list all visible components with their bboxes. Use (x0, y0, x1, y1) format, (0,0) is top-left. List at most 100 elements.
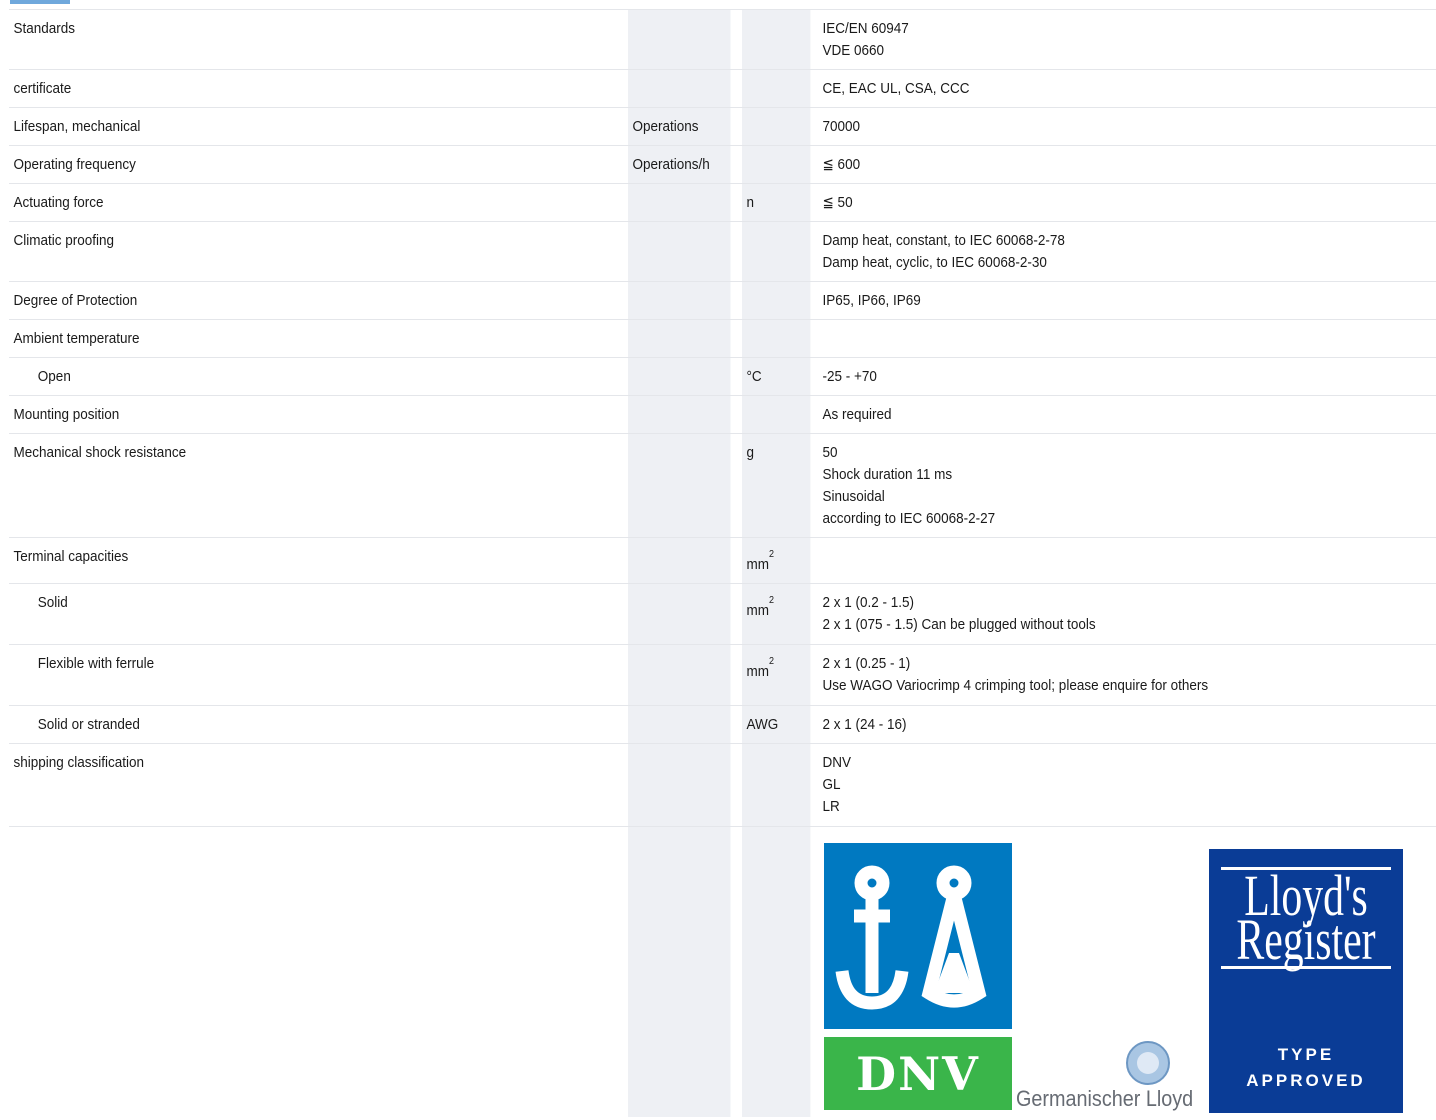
spec-value-line: VDE 0660 (822, 42, 885, 59)
spec-label: Terminal capacities (13, 548, 129, 565)
spec-row: Degree of Protection IP65, IP66, IP69 (9, 281, 1436, 320)
spec-label-cell: shipping classification (9, 743, 567, 827)
spec-unit-symbol-cell (742, 69, 811, 108)
spec-unit-symbol-cell: °C (742, 357, 811, 396)
lloyds-register-logo: Lloyd's Register TYPE APPROVED (1209, 849, 1403, 1113)
spec-unit-superscript: 2 (769, 595, 775, 606)
spec-value-line: IP65, IP66, IP69 (822, 292, 921, 309)
spec-label: Mechanical shock resistance (13, 444, 187, 461)
dnv-wordmark-logo: DNV (824, 1037, 1012, 1110)
spec-label: Actuating force (13, 194, 104, 211)
top-bar (0, 0, 1436, 9)
spec-value-cell: As required (818, 395, 1375, 434)
lr-type-label: TYPE (1277, 1045, 1335, 1064)
spec-value-cell (818, 319, 1375, 358)
spec-label-cell: Solid (9, 583, 567, 645)
lr-word-register: Register (1236, 907, 1376, 972)
spec-unit-symbol: mm (746, 602, 770, 619)
spec-unit-symbol-cell: AWG (742, 705, 811, 744)
germanischer-lloyd-seal-icon (1126, 1041, 1170, 1085)
spec-unit-symbol-cell (742, 319, 811, 358)
spec-value-cell: DNV GL LR (818, 743, 1375, 827)
spec-label-cell: Standards (9, 9, 567, 70)
spec-row: Ambient temperature (9, 319, 1436, 358)
spec-unit-symbol-cell (742, 221, 811, 282)
spec-row: Climatic proofing Damp heat, constant, to… (9, 221, 1436, 282)
spec-label-cell: Open (9, 357, 567, 396)
spec-value-line: IEC/EN 60947 (822, 20, 909, 37)
dnv-anchor-logo (824, 843, 1012, 1029)
spec-value-line: 2 x 1 (0.25 - 1) (822, 655, 911, 672)
spec-label-cell: Actuating force (9, 183, 567, 222)
spec-value-cell: ≦ 50 (818, 183, 1375, 222)
lr-approved-label: APPROVED (1246, 1071, 1366, 1090)
spec-unit-symbol: mm (746, 663, 770, 680)
spec-row: shipping classification DNV GL LR (9, 743, 1436, 827)
spec-unit-superscript: 2 (769, 656, 775, 667)
spec-unit-name-cell: Operations (628, 107, 731, 146)
spec-unit-name-cell (628, 183, 731, 222)
spec-label: Ambient temperature (13, 330, 140, 347)
spec-row: Terminal capacities mm2 (9, 537, 1436, 584)
spec-value-line: 2 x 1 (075 - 1.5) Can be plugged without… (822, 616, 1096, 633)
spec-label: Flexible with ferrule (37, 655, 155, 672)
spec-row: Solid or stranded AWG 2 x 1 (24 - 16) (9, 705, 1436, 744)
spec-label: shipping classification (13, 754, 145, 771)
spec-row: Mechanical shock resistance g 50 Shock dura… (9, 433, 1436, 538)
spec-unit-symbol-cell: g (742, 433, 811, 538)
spec-unit-symbol-cell (742, 145, 811, 184)
spec-unit-symbol-cell: mm2 (742, 537, 811, 584)
spec-label-cell: Lifespan, mechanical (9, 107, 567, 146)
spec-row: Flexible with ferrule mm2 2 x 1 (0.25 - 1)… (9, 644, 1436, 706)
spec-label-cell: Mechanical shock resistance (9, 433, 567, 538)
spec-label-cell: Flexible with ferrule (9, 644, 567, 706)
spec-label: Lifespan, mechanical (13, 118, 141, 135)
spec-value-cell: IEC/EN 60947 VDE 0660 (818, 9, 1375, 70)
spec-label: Standards (13, 20, 76, 37)
spec-unit-name-cell (628, 537, 731, 584)
spec-unit-name-cell (628, 395, 731, 434)
spec-unit-symbol: °C (746, 368, 762, 385)
spec-label-cell: Climatic proofing (9, 221, 567, 282)
spec-value-line: Use WAGO Variocrimp 4 crimping tool; ple… (822, 677, 1209, 694)
spec-value-cell: CE, EAC UL, CSA, CCC (818, 69, 1375, 108)
spec-unit-name-cell (628, 583, 731, 645)
spec-logo-row-cell (9, 826, 567, 1117)
spec-label: Climatic proofing (13, 232, 115, 249)
spec-unit-symbol: g (746, 444, 755, 461)
spec-unit-superscript: 2 (769, 549, 775, 560)
spec-value-line: Damp heat, cyclic, to IEC 60068-2-30 (822, 254, 1047, 271)
spec-logo-row-cell (628, 826, 731, 1117)
spec-unit-name-cell: Operations/h (628, 145, 731, 184)
spec-value-line: As required (822, 406, 892, 423)
spec-label: certificate (13, 80, 72, 97)
spec-unit-name-cell (628, 221, 731, 282)
spec-label: Open (37, 368, 71, 385)
spec-row: Open °C -25 - +70 (9, 357, 1436, 396)
spec-row: Mounting position As required (9, 395, 1436, 434)
spec-value-cell: 2 x 1 (0.2 - 1.5) 2 x 1 (075 - 1.5) Can b… (818, 583, 1375, 645)
spec-value-cell: IP65, IP66, IP69 (818, 281, 1375, 320)
spec-value-line: 2 x 1 (0.2 - 1.5) (822, 594, 915, 611)
spec-label-cell: Degree of Protection (9, 281, 567, 320)
lr-bottom-rule (1221, 966, 1391, 969)
classification-logos: DNV Germanischer Lloyd Lloyd's Register … (820, 836, 1436, 1120)
spec-unit-name-cell (628, 69, 731, 108)
spec-unit-name-cell (628, 743, 731, 827)
spec-unit-name-cell (628, 644, 731, 706)
spec-value-line: ≦ 50 (822, 194, 853, 211)
spec-unit-name-cell (628, 319, 731, 358)
spec-label: Operating frequency (13, 156, 136, 173)
spec-row: Solid mm2 2 x 1 (0.2 - 1.5) 2 x 1 (075 - 1.… (9, 583, 1436, 645)
spec-value-cell (818, 537, 1375, 584)
spec-label-cell: Ambient temperature (9, 319, 567, 358)
spec-value-line: 70000 (822, 118, 861, 135)
dnv-wordmark: DNV (856, 1047, 980, 1101)
spec-value-line: Shock duration 11 ms (822, 466, 953, 483)
top-accent (10, 0, 70, 4)
spec-row: certificate CE, EAC UL, CSA, CCC (9, 69, 1436, 108)
spec-logo-row-cell (742, 826, 811, 1117)
spec-label-cell: Solid or stranded (9, 705, 567, 744)
spec-label-cell: certificate (9, 69, 567, 108)
germanischer-lloyd-wordmark: Germanischer Lloyd (1016, 1086, 1194, 1111)
